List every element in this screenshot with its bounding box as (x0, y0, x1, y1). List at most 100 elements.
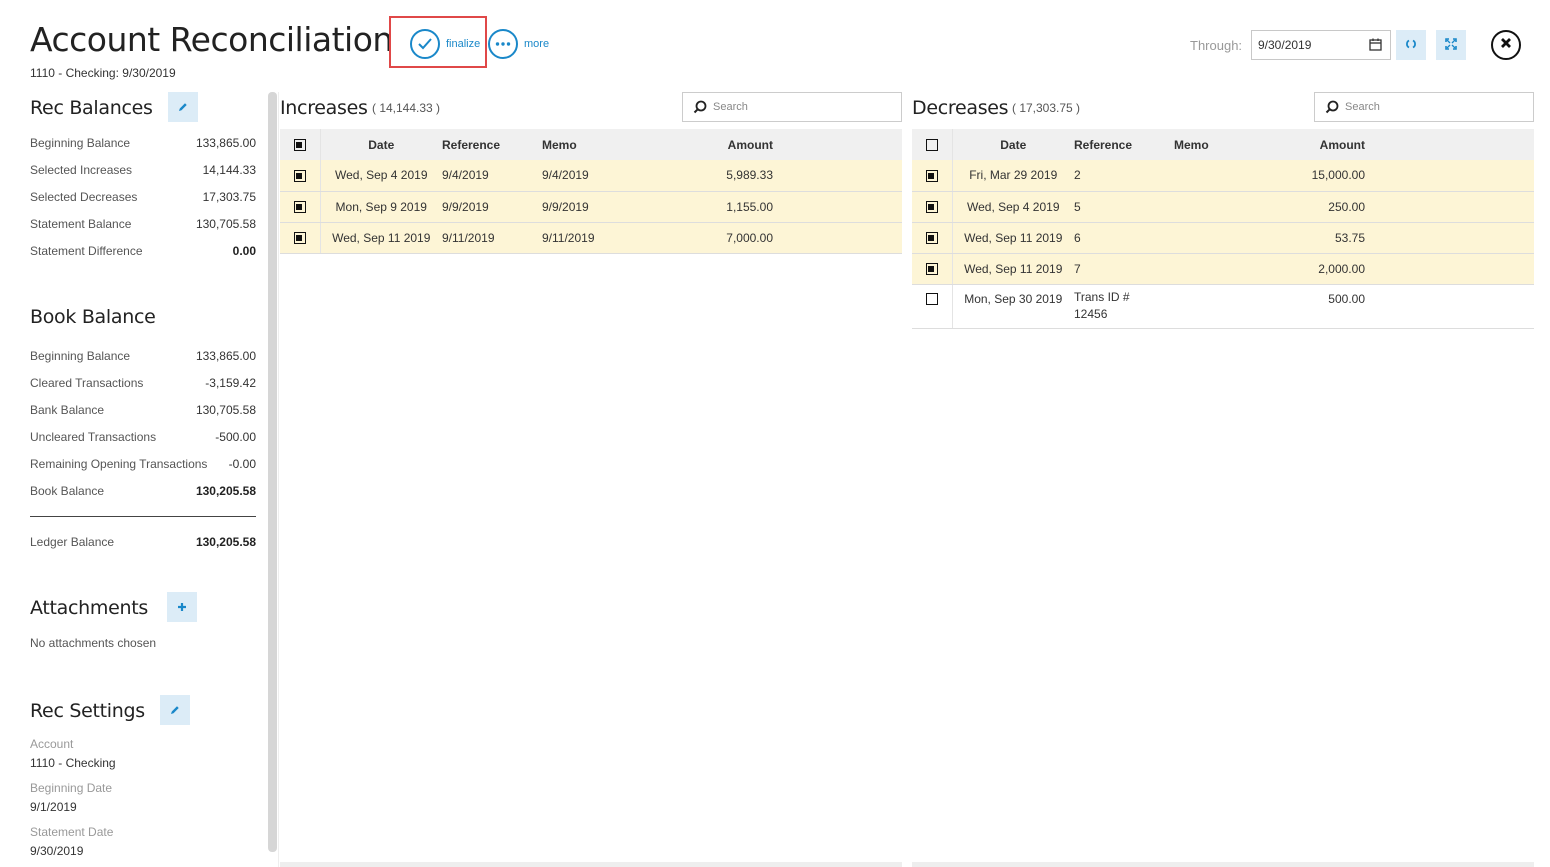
pencil-icon (170, 703, 180, 718)
rec-settings-edit-button[interactable] (160, 695, 190, 725)
row-date: Wed, Sep 11 2019 (952, 253, 1074, 285)
row-date: Wed, Sep 11 2019 (320, 222, 442, 254)
add-attachment-button[interactable] (167, 592, 197, 622)
column-header-memo[interactable]: Memo (542, 129, 682, 160)
table-row[interactable]: Mon, Sep 30 2019 Trans ID # 12456 500.00 (912, 284, 1534, 329)
close-button[interactable] (1491, 30, 1521, 60)
through-date-value: 9/30/2019 (1258, 38, 1312, 52)
row-checkbox[interactable] (280, 191, 321, 223)
column-header-spacer (1375, 129, 1534, 160)
increases-search-input[interactable]: Search (682, 92, 902, 122)
row-amount: 2,000.00 (1274, 253, 1375, 285)
row-amount: 53.75 (1274, 222, 1375, 254)
finalize-button[interactable]: finalize (410, 29, 480, 59)
page-subtitle: 1110 - Checking: 9/30/2019 (30, 66, 176, 80)
row-amount: 250.00 (1274, 191, 1375, 223)
rec-row-sel-increases: Selected Increases 14,144.33 (30, 163, 256, 177)
book-row-uncleared: Uncleared Transactions -500.00 (30, 430, 256, 444)
row-amount: 7,000.00 (682, 222, 783, 254)
select-all-checkbox[interactable] (912, 129, 953, 160)
row-amount: 500.00 (1274, 284, 1375, 329)
book-row-cleared: Cleared Transactions -3,159.42 (30, 376, 256, 390)
table-row[interactable]: Wed, Sep 11 2019 6 53.75 (912, 222, 1534, 254)
book-row-ledger: Ledger Balance 130,205.58 (30, 535, 256, 549)
rec-settings-header: Rec Settings (30, 700, 145, 722)
row-reference: 9/9/2019 (442, 191, 542, 223)
table-row[interactable]: Fri, Mar 29 2019 2 15,000.00 (912, 160, 1534, 192)
page-title: Account Reconciliation (30, 20, 393, 59)
row-checkbox[interactable] (912, 191, 953, 223)
column-header-spacer (783, 129, 902, 160)
expand-button[interactable] (1436, 30, 1466, 60)
book-row-book-balance: Book Balance 130,205.58 (30, 484, 256, 498)
increases-total: ( 14,144.33 ) (372, 101, 441, 115)
decreases-total: ( 17,303.75 ) (1012, 101, 1081, 115)
row-memo: 9/4/2019 (542, 160, 682, 192)
book-balance-header: Book Balance (30, 306, 156, 328)
row-reference: 6 (1074, 222, 1174, 254)
column-header-memo[interactable]: Memo (1174, 129, 1274, 160)
select-all-checkbox[interactable] (280, 129, 321, 160)
row-date: Fri, Mar 29 2019 (952, 160, 1074, 192)
decreases-search-input[interactable]: Search (1314, 92, 1534, 122)
rec-row-statement-balance: Statement Balance 130,705.58 (30, 217, 256, 231)
row-reference: Trans ID # 12456 (1074, 284, 1174, 329)
finalize-label: finalize (446, 38, 481, 50)
row-reference: 7 (1074, 253, 1174, 285)
row-checkbox[interactable] (280, 160, 321, 192)
table-row[interactable]: Wed, Sep 11 2019 7 2,000.00 (912, 253, 1534, 285)
pencil-icon (178, 100, 188, 115)
row-memo (1174, 191, 1274, 223)
beginning-date-value: 9/1/2019 (30, 800, 77, 814)
column-header-amount[interactable]: Amount (1274, 129, 1375, 160)
row-checkbox[interactable] (280, 222, 321, 254)
decreases-search-placeholder: Search (1345, 101, 1380, 113)
rec-balances-header: Rec Balances (30, 97, 153, 119)
sidebar-scrollbar[interactable] (268, 92, 277, 852)
through-date-input[interactable]: 9/30/2019 (1251, 30, 1391, 60)
table-header-row: Date Reference Memo Amount (280, 129, 902, 160)
more-button[interactable]: more (488, 29, 549, 59)
refresh-button[interactable] (1396, 30, 1426, 60)
through-label: Through: (1190, 38, 1243, 53)
rec-row-beginning: Beginning Balance 133,865.00 (30, 136, 256, 150)
row-checkbox[interactable] (912, 160, 953, 192)
row-date: Mon, Sep 9 2019 (320, 191, 442, 223)
check-icon (410, 29, 440, 59)
beginning-date-label: Beginning Date (30, 781, 113, 795)
column-header-date[interactable]: Date (320, 129, 442, 160)
column-header-amount[interactable]: Amount (682, 129, 783, 160)
rec-balances-title: Rec Balances (30, 97, 153, 119)
rec-balances-edit-button[interactable] (168, 92, 198, 122)
decreases-hscroll[interactable] (912, 862, 1534, 867)
calendar-icon[interactable] (1369, 38, 1382, 54)
column-header-reference[interactable]: Reference (442, 129, 542, 160)
row-spacer (1375, 191, 1534, 223)
table-row[interactable]: Wed, Sep 4 2019 5 250.00 (912, 191, 1534, 223)
row-reference: 5 (1074, 191, 1174, 223)
row-spacer (1375, 253, 1534, 285)
row-checkbox[interactable] (912, 284, 953, 329)
row-reference: 9/11/2019 (442, 222, 542, 254)
row-checkbox[interactable] (912, 222, 953, 254)
more-label: more (524, 38, 550, 50)
row-memo (1174, 222, 1274, 254)
row-amount: 15,000.00 (1274, 160, 1375, 192)
row-checkbox[interactable] (912, 253, 953, 285)
statement-date-value: 9/30/2019 (30, 844, 84, 858)
increases-hscroll[interactable] (280, 862, 902, 867)
table-row[interactable]: Wed, Sep 11 2019 9/11/2019 9/11/2019 7,0… (280, 222, 902, 254)
rec-row-statement-difference: Statement Difference 0.00 (30, 244, 256, 258)
table-row[interactable]: Mon, Sep 9 2019 9/9/2019 9/9/2019 1,155.… (280, 191, 902, 223)
column-header-reference[interactable]: Reference (1074, 129, 1174, 160)
row-memo (1174, 284, 1274, 329)
table-row[interactable]: Wed, Sep 4 2019 9/4/2019 9/4/2019 5,989.… (280, 160, 902, 192)
rec-row-sel-decreases: Selected Decreases 17,303.75 (30, 190, 256, 204)
refresh-icon (1405, 37, 1417, 53)
column-header-date[interactable]: Date (952, 129, 1074, 160)
increases-title: Increases (280, 97, 368, 119)
row-memo (1174, 160, 1274, 192)
row-date: Wed, Sep 4 2019 (320, 160, 442, 192)
decreases-title: Decreases (912, 97, 1009, 119)
attachments-header: Attachments (30, 597, 148, 619)
